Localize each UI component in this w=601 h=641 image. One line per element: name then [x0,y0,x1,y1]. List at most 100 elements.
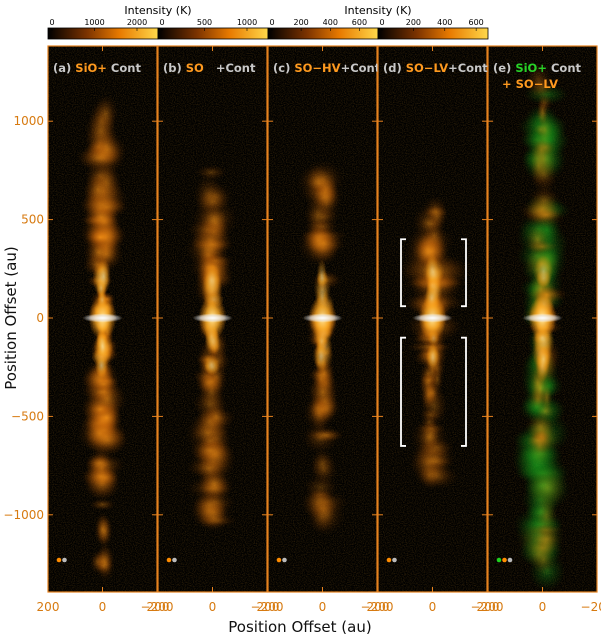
colorbar-tick-label: 0 [159,18,164,27]
jet-emission-blob [193,388,228,420]
panel-label-part: +Cont [341,61,381,75]
jet-emission-blob [300,486,337,520]
jet-emission-blob [527,424,552,467]
continuum-disk [302,313,343,323]
beam-marker [276,557,282,563]
panel-letter: (c) [273,61,294,75]
beam-marker [496,557,502,563]
jet-emission-blob [526,194,559,225]
continuum-disk [82,313,123,323]
colorbar-tick-label: 400 [323,18,338,27]
beam-marker [502,557,507,563]
panel-label-part: Cont [107,61,142,75]
y-axis-label: Position Offset (au) [2,246,20,389]
panel-label: (b) SO +Cont [163,61,256,75]
panel-label-part: +Cont [448,61,488,75]
x-tick-label: 200 [367,600,390,614]
jet-emission-blob [530,154,558,194]
y-tick-label: −1000 [3,508,44,522]
panel-label-part: SO−LV [406,61,448,75]
panel-label: (a) SiO+ Cont [53,61,141,75]
jet-core-blob [536,346,551,373]
panel-label-part: SiO+ [75,61,107,75]
jet-emission-blob [82,462,121,491]
jet-core-blob [96,258,111,295]
x-tick-label: 200 [37,600,60,614]
colorbar-tick-label: 1000 [237,18,257,27]
colorbar-tick-label: 2000 [127,18,147,27]
jet-core-blob [203,354,220,376]
jet-emission-blob [186,232,230,268]
colorbar-strip [157,27,269,40]
jet-emission-blob [89,498,116,511]
colorbar-title: Intensity (K) [344,4,411,17]
y-tick-label: 1000 [13,114,44,128]
x-tick-label: 0 [429,600,437,614]
jet-emission-blob [83,171,113,209]
jet-emission-blob [89,228,111,246]
y-tick-label: 0 [36,311,44,325]
beam-marker [166,557,172,563]
jet-core-blob [425,344,441,372]
colorbar: 0 200 400 600 [377,18,489,40]
panel-image [268,46,377,592]
beam-marker [392,557,397,563]
figure-svg: 0 1000 2000Intensity (K)0 500 1000 0 200 400 600… [2,4,601,636]
beam-marker [62,557,67,563]
panel-image [378,46,487,592]
jet-emission-blob [306,226,342,260]
jet-emission-blob [306,428,345,442]
beam-marker [507,557,513,563]
x-tick-label: −200 [581,600,601,614]
panel: (e) SiO+ Cont + SO−LV 200 0 −200 [477,45,601,614]
colorbar-title: Intensity (K) [124,4,191,17]
jet-emission-blob [191,491,228,519]
x-tick-label: 200 [477,600,500,614]
x-tick-label: 200 [257,600,280,614]
panel-image [488,46,597,592]
x-tick-label: 0 [209,600,217,614]
panel: (b) SO +Cont200 0 −200 [147,45,283,614]
jet-emission-blob [419,373,439,387]
colorbar-tick-label: 600 [352,18,367,27]
panel-letter: (b) [163,61,186,75]
beam-marker [386,557,392,563]
colorbar-tick-label: 0 [49,18,54,27]
panel-label-line2: + SO−LV [502,77,558,91]
jet-emission-blob [75,145,123,171]
panel-image [158,46,267,592]
continuum-disk [412,313,453,323]
panel-letter: (a) [53,61,75,75]
continuum-disk [192,313,233,323]
panel-label: (e) SiO+ Cont [493,61,581,75]
x-tick-label: 0 [539,600,547,614]
jet-emission-blob [190,438,231,463]
continuum-disk [522,313,563,323]
panel-label-part: Cont [547,61,582,75]
panel-label: (c) SO−HV+Cont [273,61,381,75]
jet-core-blob [314,340,328,373]
colorbar-tick-label: 0 [379,18,384,27]
jet-core-blob [202,262,220,298]
jet-emission-blob [410,418,449,456]
y-tick-label: 500 [21,213,44,227]
colorbar-tick-label: 600 [469,18,484,27]
jet-emission-blob [537,115,554,145]
jet-emission-blob [302,159,345,199]
panel-label-part: +Cont [204,61,256,75]
colorbar-tick-label: 1000 [84,18,104,27]
figure: 0 1000 2000 Intensity (K) 0 500 1000 0 200 400 600… [0,0,601,637]
colorbar-tick-label: 400 [437,18,452,27]
x-tick-label: 0 [99,600,107,614]
panel-label-part: SO−HV [294,61,340,75]
jet-core-blob [94,353,109,378]
jet-emission-blob [195,189,230,214]
panel: (a) SiO+ Cont200 0 −200 [37,45,173,614]
jet-emission-blob [88,401,113,417]
colorbar: 0 500 1000 [157,18,269,40]
x-tick-label: 0 [319,600,327,614]
jet-emission-blob [311,386,339,416]
beam-marker [282,557,287,563]
jet-emission-blob [93,512,111,547]
x-axis-label: Position Offset (au) [228,618,371,636]
